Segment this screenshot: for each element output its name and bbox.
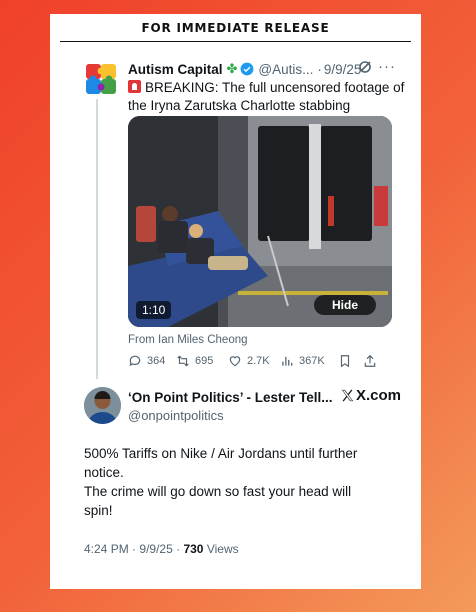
thread-connector [96,99,98,379]
tweet2-handle[interactable]: @onpointpolitics [128,408,224,423]
tweet2-line: notice. [84,465,124,480]
tweet2-line: 500% Tariffs on Nike / Air Jordans until… [84,446,358,461]
tweet2-date[interactable]: 9/9/25 [139,542,172,556]
tweet1-text: BREAKING: The full uncensored footage of… [128,79,413,115]
person-avatar-image [84,387,121,424]
author-avatar[interactable] [84,387,121,424]
reply-count: 364 [147,355,166,367]
repost-button[interactable]: 695 [176,354,213,368]
tweet2-line: The crime will go down so fast your head… [84,484,352,499]
views-button[interactable]: 367K [280,354,325,368]
like-count: 2.7K [247,355,270,367]
tweet2-author-name[interactable]: ‘On Point Politics’ - Lester Tell... [128,390,333,405]
siren-emoji-icon [128,80,141,93]
puzzle-avatar-icon[interactable] [84,62,118,96]
tweet2-views-label: Views [206,542,239,556]
more-options-icon[interactable]: ··· [378,58,396,75]
puzzle-badge-icon: ✤ [226,61,238,76]
tweet2-line: spin! [84,503,113,518]
like-icon [229,356,241,367]
tweet1-action-bar: 364 695 2.7K 367K [128,354,393,372]
tweet2-author-row: ‘On Point Politics’ - Lester Tell... [128,390,333,405]
bookmark-icon [340,355,350,368]
hide-media-button[interactable]: Hide [314,295,376,315]
tweet2-body: 500% Tariffs on Nike / Air Jordans until… [84,444,404,520]
views-count: 367K [299,355,325,367]
tweet1-body: BREAKING: The full uncensored footage of… [128,80,405,113]
share-button[interactable] [363,354,382,368]
tweet1-date[interactable]: 9/9/25 [324,62,362,77]
views-icon [282,356,293,366]
tweet2-views-count: 730 [183,542,204,556]
verified-badge-icon [241,62,254,76]
tweet1-handle[interactable]: @Autis... [258,62,313,77]
like-button[interactable]: 2.7K [228,354,270,368]
release-banner: FOR IMMEDIATE RELEASE [60,14,411,42]
x-logo-icon [341,389,354,402]
video-duration: 1:10 [136,301,172,319]
grok-icon[interactable] [357,59,373,75]
tweet2-time[interactable]: 4:24 PM [84,542,129,556]
press-release-card: FOR IMMEDIATE RELEASE Autism Capital ✤ @… [50,14,421,589]
repost-icon [177,355,189,367]
video-source-label[interactable]: From Ian Miles Cheong [128,334,248,346]
xcom-label: X.com [356,387,402,404]
bookmark-button[interactable] [338,354,357,368]
video-player[interactable]: 1:10 Hide [128,116,392,327]
share-icon [364,354,376,367]
repost-count: 695 [195,355,214,367]
xcom-source[interactable]: X.com [340,387,401,404]
reply-icon [129,355,141,367]
tweet1-author-name[interactable]: Autism Capital [128,62,223,77]
reply-button[interactable]: 364 [128,354,165,368]
dot-separator: · [317,61,322,77]
tweet2-meta: 4:24 PM · 9/9/25 · 730 Views [84,542,239,556]
